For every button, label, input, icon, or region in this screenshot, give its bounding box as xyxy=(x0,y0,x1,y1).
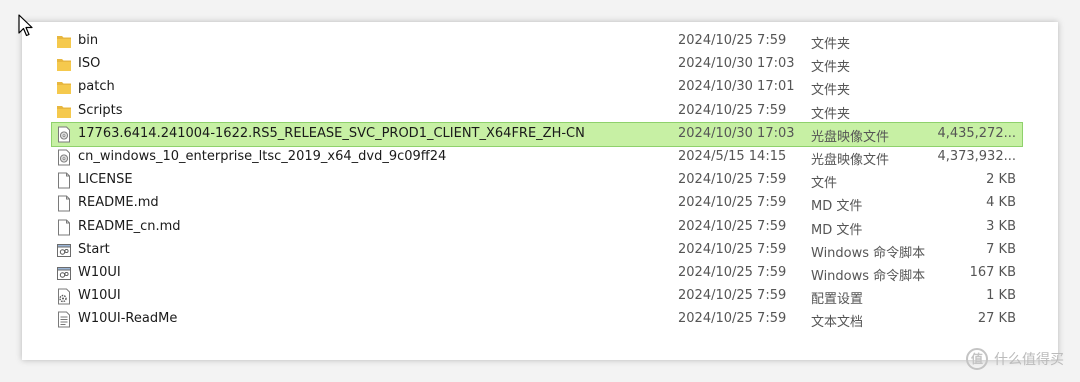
file-name: Start xyxy=(78,241,110,257)
disc-image-icon xyxy=(56,149,72,166)
file-size: 4,373,932... xyxy=(937,149,1016,164)
file-row[interactable]: W10UI 2024/10/25 7:59 Windows 命令脚本 167 KB xyxy=(52,262,1022,285)
file-date-modified: 2024/10/25 7:59 xyxy=(678,102,787,118)
file-row[interactable]: W10UI-ReadMe 2024/10/25 7:59 文本文档 27 KB xyxy=(52,308,1022,331)
file-type: 文件夹 xyxy=(811,83,851,99)
file-size: 1 KB xyxy=(986,288,1016,304)
file-row[interactable]: ISO 2024/10/30 17:03 文件夹 xyxy=(52,53,1022,76)
file-name: 17763.6414.241004-1622.RS5_RELEASE_SVC_P… xyxy=(78,125,585,141)
file-name: cn_windows_10_enterprise_ltsc_2019_x64_d… xyxy=(78,149,447,164)
file-type: 配置设置 xyxy=(811,292,864,308)
file-row[interactable]: Start 2024/10/25 7:59 Windows 命令脚本 7 KB xyxy=(52,239,1022,262)
file-type: 文本文档 xyxy=(811,315,864,331)
file-name: README.md xyxy=(78,195,159,211)
disc-image-icon xyxy=(56,126,72,143)
file-name: W10UI xyxy=(78,265,121,280)
file-name: ISO xyxy=(78,56,101,72)
blank-file-icon xyxy=(56,195,72,212)
folder-icon xyxy=(56,56,72,73)
mouse-cursor-icon xyxy=(18,14,33,37)
file-type: MD 文件 xyxy=(811,199,863,215)
file-name: Scripts xyxy=(78,102,123,118)
file-date-modified: 2024/10/25 7:59 xyxy=(678,218,787,234)
folder-icon xyxy=(56,103,72,120)
file-type: 光盘映像文件 xyxy=(811,129,890,145)
file-size: 27 KB xyxy=(977,311,1016,327)
batch-script-icon xyxy=(56,242,72,259)
file-row[interactable]: README_cn.md 2024/10/25 7:59 MD 文件 3 KB xyxy=(52,216,1022,239)
file-type: Windows 命令脚本 xyxy=(811,245,926,261)
blank-file-icon xyxy=(56,172,72,189)
file-date-modified: 2024/10/25 7:59 xyxy=(678,33,787,48)
file-type: Windows 命令脚本 xyxy=(811,269,926,284)
file-row[interactable]: LICENSE 2024/10/25 7:59 文件 2 KB xyxy=(52,169,1022,192)
file-row[interactable]: bin 2024/10/25 7:59 文件夹 xyxy=(52,30,1022,53)
file-date-modified: 2024/10/25 7:59 xyxy=(678,195,787,211)
file-size: 167 KB xyxy=(969,265,1016,280)
file-row[interactable]: Scripts 2024/10/25 7:59 文件夹 xyxy=(52,100,1022,123)
blank-file-icon xyxy=(56,219,72,236)
file-date-modified: 2024/10/25 7:59 xyxy=(678,172,787,188)
folder-icon xyxy=(56,33,72,50)
file-size: 3 KB xyxy=(986,218,1016,234)
file-date-modified: 2024/10/25 7:59 xyxy=(678,288,787,304)
file-size: 7 KB xyxy=(986,241,1016,257)
file-row[interactable]: README.md 2024/10/25 7:59 MD 文件 4 KB xyxy=(52,192,1022,215)
file-name: W10UI-ReadMe xyxy=(78,311,178,327)
file-name: README_cn.md xyxy=(78,218,181,234)
file-type: 文件 xyxy=(811,176,838,192)
folder-icon xyxy=(56,79,72,96)
file-row[interactable]: patch 2024/10/30 17:01 文件夹 xyxy=(52,76,1022,99)
file-date-modified: 2024/10/25 7:59 xyxy=(678,241,787,257)
file-type: 文件夹 xyxy=(811,60,851,76)
file-date-modified: 2024/10/30 17:01 xyxy=(678,79,795,95)
file-type: 文件夹 xyxy=(811,106,851,122)
watermark: 值 什么值得买 xyxy=(966,348,1064,370)
file-name: patch xyxy=(78,79,115,95)
file-type: 光盘映像文件 xyxy=(811,153,890,168)
file-date-modified: 2024/10/30 17:03 xyxy=(678,56,795,72)
file-size: 4,435,272... xyxy=(937,125,1016,141)
file-date-modified: 2024/10/30 17:03 xyxy=(678,125,795,141)
file-date-modified: 2024/5/15 14:15 xyxy=(678,149,787,164)
file-list-window: bin 2024/10/25 7:59 文件夹 ISO 2024/10/30 17:03… xyxy=(22,22,1058,360)
file-name: LICENSE xyxy=(78,172,133,188)
file-type: 文件夹 xyxy=(811,37,851,52)
text-document-icon xyxy=(56,311,72,328)
batch-script-icon xyxy=(56,265,72,282)
watermark-text: 什么值得买 xyxy=(994,352,1064,368)
file-date-modified: 2024/10/25 7:59 xyxy=(678,265,787,280)
file-row[interactable]: cn_windows_10_enterprise_ltsc_2019_x64_d… xyxy=(52,146,1022,169)
file-name: W10UI xyxy=(78,288,121,304)
file-size: 4 KB xyxy=(986,195,1016,211)
watermark-badge-icon: 值 xyxy=(966,348,988,370)
file-name: bin xyxy=(78,33,99,48)
file-date-modified: 2024/10/25 7:59 xyxy=(678,311,787,327)
file-row[interactable]: 17763.6414.241004-1622.RS5_RELEASE_SVC_P… xyxy=(51,121,1023,147)
file-size: 2 KB xyxy=(986,172,1016,188)
config-settings-icon xyxy=(56,288,72,305)
file-type: MD 文件 xyxy=(811,222,863,238)
file-row[interactable]: W10UI 2024/10/25 7:59 配置设置 1 KB xyxy=(52,285,1022,308)
